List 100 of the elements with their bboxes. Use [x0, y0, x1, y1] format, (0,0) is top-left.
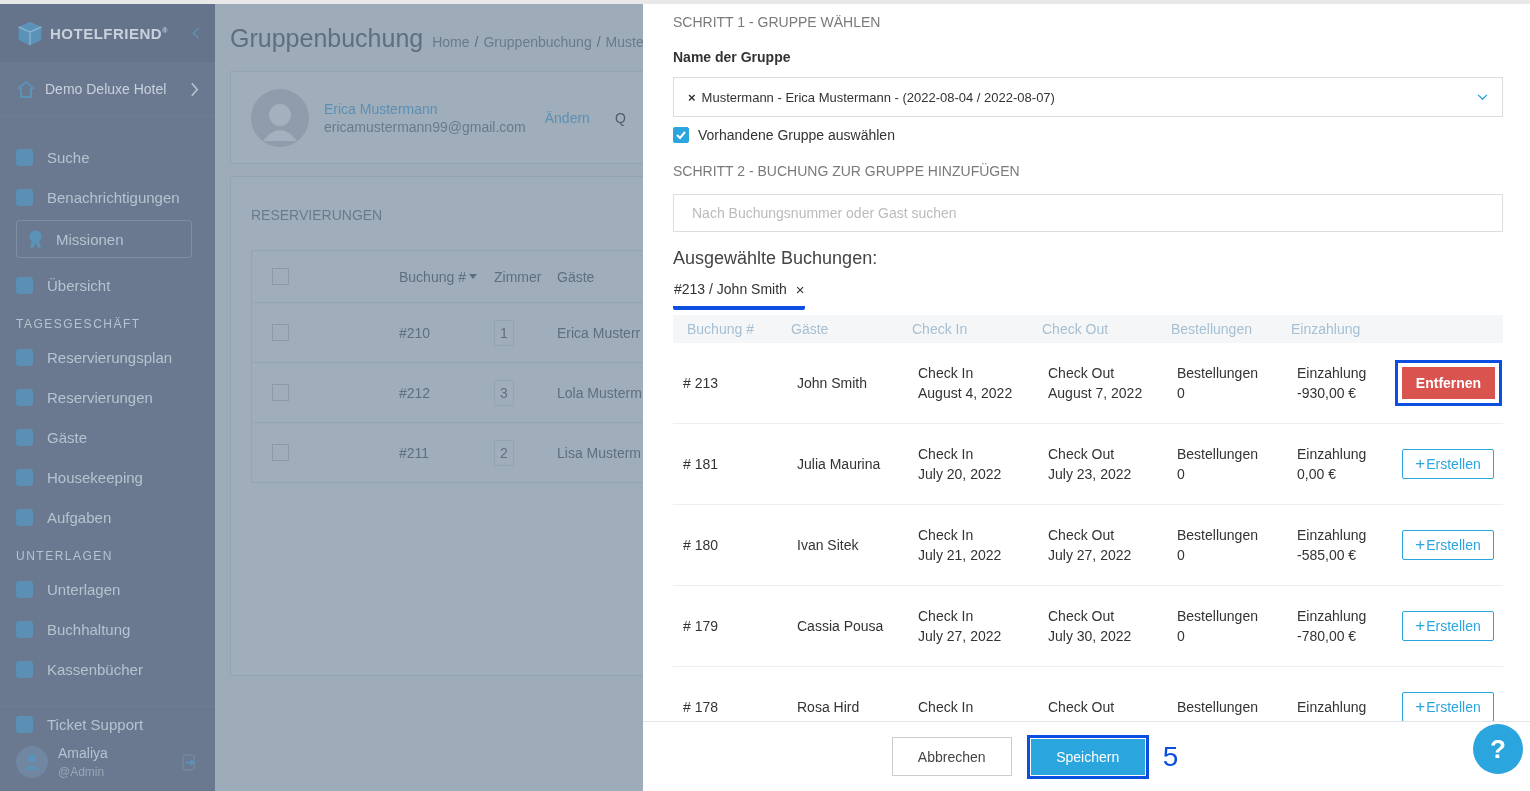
- save-button[interactable]: Speichern: [1030, 738, 1145, 775]
- step-heading: SCHRITT 1 - GRUPPE WÄHLEN: [673, 14, 882, 30]
- table-cell-text: #211: [399, 444, 431, 461]
- remove-icon[interactable]: ×: [795, 281, 805, 298]
- menu-icon: [16, 508, 33, 526]
- table-cell-text: Julia Maurina: [797, 455, 882, 474]
- table-cell-text: Check Out: [1048, 698, 1116, 717]
- table-cell-text: # 178: [683, 698, 720, 717]
- sort-caret-icon[interactable]: [468, 274, 477, 279]
- table-cell-text: Einzahlung -930,00 €: [1297, 364, 1368, 403]
- table-cell-text: Check In July 20, 2022: [918, 445, 1003, 484]
- column-header: Gäste: [557, 268, 595, 285]
- table-cell-text: Cassia Pousa: [797, 617, 885, 636]
- column-header: Buchung #: [687, 321, 755, 337]
- edit-link[interactable]: Ändern: [544, 109, 590, 126]
- menu-icon: [16, 468, 33, 486]
- hotel-name[interactable]: Demo Deluxe Hotel: [45, 81, 181, 97]
- missions-button[interactable]: Missionen: [16, 220, 192, 258]
- menu-item[interactable]: Aufgaben: [0, 497, 215, 537]
- column-header: Gäste: [791, 321, 830, 337]
- table-cell-text: #210: [399, 324, 432, 341]
- create-button[interactable]: +Erstellen: [1402, 449, 1494, 479]
- menu-item[interactable]: Unterlagen: [0, 569, 215, 609]
- search-field[interactable]: Nach Buchungsnummer oder Gast suchen: [673, 194, 1503, 232]
- table-cell-text: Bestellungen 0: [1177, 607, 1259, 646]
- logout-icon[interactable]: [182, 753, 197, 771]
- menu-icon: [16, 276, 33, 294]
- section-heading: UNTERLAGEN: [15, 548, 114, 565]
- breadcrumb-separator: /: [474, 34, 479, 50]
- cancel-button[interactable]: Abbrechen: [891, 737, 1012, 777]
- table-cell-text: Check In: [918, 698, 975, 717]
- menu-icon: [16, 388, 33, 406]
- menu-icon: [16, 660, 33, 678]
- column-header: Check In: [912, 321, 969, 337]
- booking-chip[interactable]: #213 / John Smith ×: [673, 281, 805, 310]
- column-header: Bestellungen: [1171, 321, 1253, 337]
- ribbon-icon: [27, 228, 44, 250]
- table-cell-text: Einzahlung -780,00 €: [1297, 607, 1368, 646]
- table-cell-text: Check Out July 30, 2022: [1048, 607, 1133, 646]
- column-header[interactable]: Buchung #: [399, 268, 466, 285]
- help-button[interactable]: ?: [1473, 724, 1523, 774]
- table-cell-text: John Smith: [797, 374, 869, 393]
- menu-item[interactable]: Suche: [0, 137, 215, 177]
- chevron-right-icon[interactable]: [190, 81, 199, 97]
- table-cell-text: Einzahlung 0,00 €: [1297, 445, 1368, 484]
- menu-item[interactable]: Übersicht: [0, 265, 215, 305]
- menu-item[interactable]: Reservierungsplan: [0, 337, 215, 377]
- checkbox-label[interactable]: Vorhandene Gruppe auswählen: [698, 127, 895, 143]
- menu-item[interactable]: Housekeeping: [0, 457, 215, 497]
- room-badge: 2: [494, 439, 514, 466]
- section-heading: TAGESGESCHÄFT: [15, 316, 142, 333]
- table-cell-text: Check Out August 7, 2022: [1048, 364, 1144, 403]
- table-cell-text: # 181: [683, 455, 720, 474]
- group-select[interactable]: × Mustermann - Erica Mustermann - (2022-08-04 / 2022-08-07): [673, 77, 1503, 117]
- table-cell-text: Bestellungen 0: [1177, 526, 1259, 565]
- table-cell-text: Check In July 27, 2022: [918, 607, 1003, 646]
- menu-icon: [16, 580, 33, 598]
- menu-item[interactable]: Buchhaltung: [0, 609, 215, 649]
- table-cell-text: Bestellungen: [1177, 698, 1259, 717]
- collapse-icon[interactable]: [191, 26, 201, 40]
- menu-icon: [16, 148, 33, 166]
- table-cell: Lola Musterm: [557, 384, 642, 401]
- remove-button[interactable]: Entfernen: [1402, 367, 1495, 399]
- create-button[interactable]: +Erstellen: [1402, 530, 1494, 560]
- table-cell-text: # 179: [683, 617, 720, 636]
- logo-text: HOTELFRIEND$^{®}$: [50, 24, 169, 42]
- column-header: Check Out: [1042, 321, 1110, 337]
- menu-item[interactable]: Kassenbücher: [0, 649, 215, 689]
- room-badge: 1: [494, 319, 514, 346]
- table-cell-text: Einzahlung -585,00 €: [1297, 526, 1368, 565]
- menu-item[interactable]: Ticket Support: [0, 707, 215, 741]
- house-icon: [16, 80, 36, 98]
- table-cell-text: Check Out July 27, 2022: [1048, 526, 1133, 565]
- menu-item[interactable]: Reservierungen: [0, 377, 215, 417]
- selected-bookings-title: Ausgewählte Buchungen:: [673, 248, 879, 269]
- table-cell-text: # 213: [683, 374, 720, 393]
- table-cell: Erica Musterr: [557, 324, 641, 341]
- breadcrumb-separator: /: [596, 34, 601, 50]
- room-badge: 3: [494, 379, 514, 406]
- customer-name[interactable]: Erica Mustermann: [324, 100, 526, 117]
- column-header: Zimmer: [494, 268, 543, 285]
- chevron-down-icon[interactable]: [1477, 93, 1488, 101]
- user-name: Amaliya: [58, 745, 109, 761]
- table-cell: Lisa Musterm: [557, 444, 642, 461]
- table-cell-text: Einzahlung: [1297, 698, 1368, 717]
- clear-icon[interactable]: ×: [688, 89, 696, 105]
- menu-item[interactable]: Gäste: [0, 417, 215, 457]
- menu-item[interactable]: Benachrichtigungen: [0, 177, 215, 217]
- menu-icon: [16, 188, 33, 206]
- step-number: 5: [1162, 740, 1179, 773]
- table-cell-text: Check Out July 23, 2022: [1048, 445, 1133, 484]
- page-title: Gruppenbuchung: [230, 24, 424, 53]
- checkbox[interactable]: [673, 127, 689, 143]
- create-button[interactable]: +Erstellen: [1402, 692, 1494, 722]
- create-button[interactable]: +Erstellen: [1402, 611, 1494, 641]
- table-cell-text: Bestellungen 0: [1177, 445, 1259, 484]
- table-cell-text: # 180: [683, 536, 720, 555]
- menu-icon: [16, 348, 33, 366]
- table-cell-text: Bestellungen 0: [1177, 364, 1259, 403]
- cut-text: Q: [614, 109, 626, 126]
